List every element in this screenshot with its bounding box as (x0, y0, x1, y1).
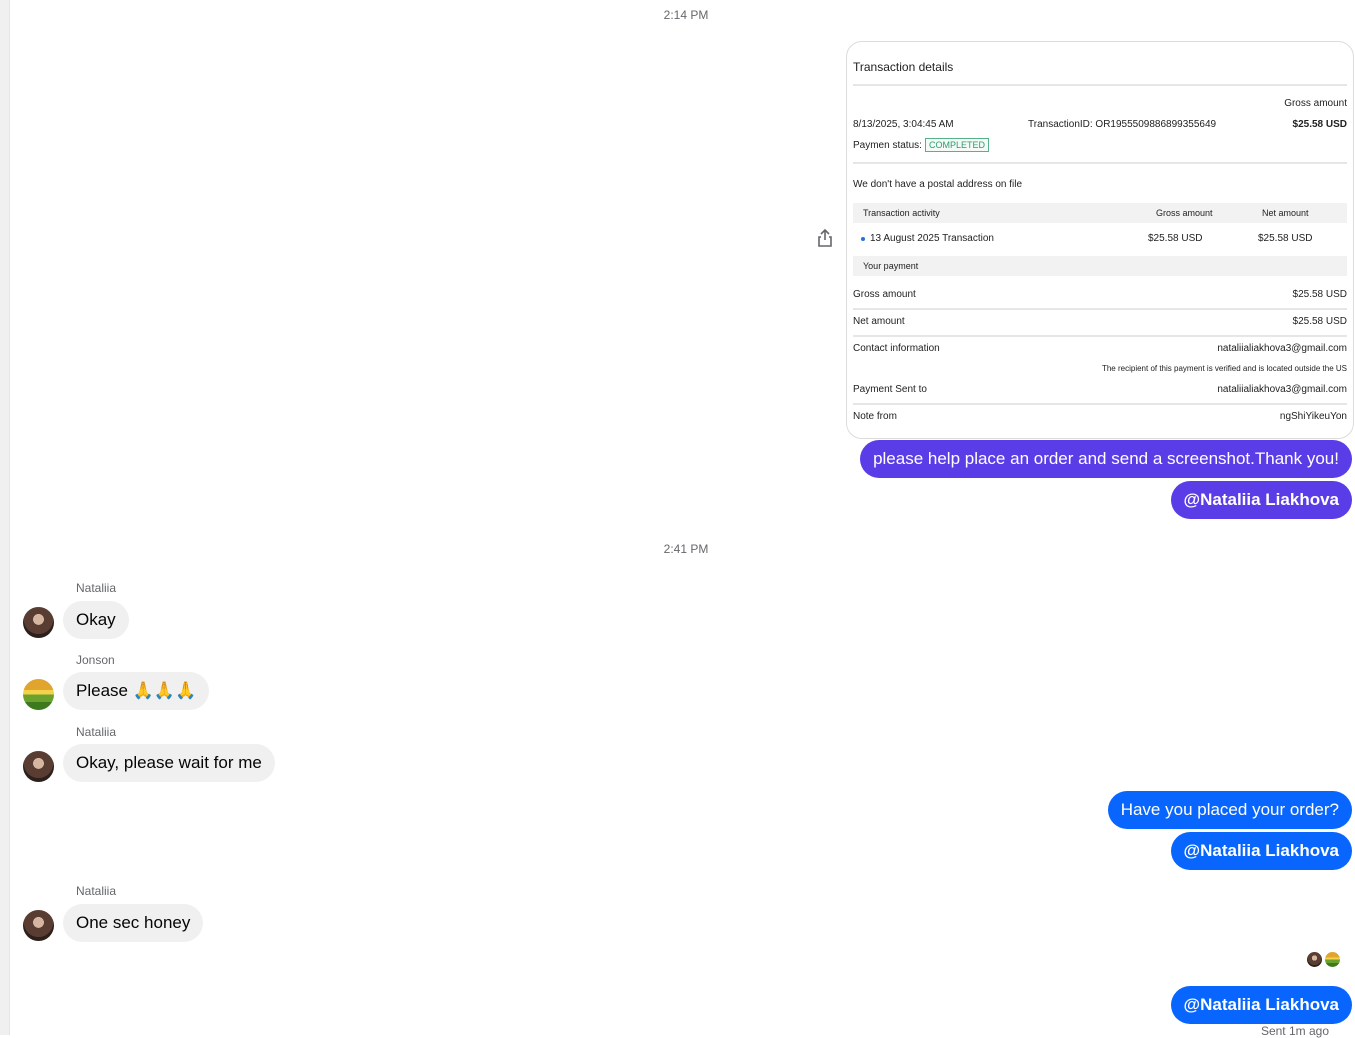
left-panel-edge (0, 0, 10, 1035)
row-label: Note from (853, 411, 897, 422)
row-label: Contact information (853, 343, 940, 354)
activity-header-gross: Gross amount (1156, 208, 1213, 218)
recipient-note: The recipient of this payment is verifie… (1101, 364, 1347, 373)
status-badge: COMPLETED (925, 138, 990, 152)
postal-notice: We don't have a postal address on file (853, 179, 1023, 190)
timestamp: 2:41 PM (663, 542, 709, 556)
attachment-title: Transaction details (853, 60, 954, 74)
outgoing-message[interactable]: please help place an order and send a sc… (860, 440, 1352, 478)
gross-amount-value: $25.58 USD (1292, 119, 1347, 130)
activity-header-net: Net amount (1262, 208, 1309, 218)
mention-message[interactable]: @Nataliia Liakhova (1170, 832, 1352, 870)
divider (853, 162, 1347, 164)
row-label: Gross amount (853, 289, 916, 300)
divider (853, 335, 1347, 337)
divider (853, 84, 1347, 86)
mention-message[interactable]: @Nataliia Liakhova (1170, 986, 1352, 1024)
transaction-screenshot-attachment[interactable]: Transaction details Gross amount 8/13/20… (846, 41, 1354, 439)
row-value: $25.58 USD (1292, 289, 1347, 300)
sender-name: Nataliia (76, 725, 117, 739)
seen-avatar (1307, 952, 1322, 967)
avatar[interactable] (23, 607, 54, 638)
activity-row-gross: $25.58 USD (1148, 233, 1203, 244)
avatar[interactable] (23, 751, 54, 782)
row-value: $25.58 USD (1292, 316, 1347, 327)
row-value: nataliialiakhova3@gmail.com (1217, 384, 1347, 395)
incoming-message[interactable]: Okay, please wait for me (63, 744, 275, 782)
sender-name: Jonson (76, 653, 115, 667)
bullet (861, 237, 865, 241)
avatar[interactable] (23, 679, 54, 710)
sender-name: Nataliia (76, 581, 117, 595)
incoming-message[interactable]: Okay (63, 601, 129, 639)
transaction-id: TransactionID: OR1955509886899355649 (1028, 119, 1217, 130)
timestamp: 2:14 PM (663, 8, 709, 22)
incoming-message[interactable]: One sec honey (63, 904, 204, 942)
your-payment-label: Your payment (863, 261, 919, 271)
outgoing-message[interactable]: Have you placed your order? (1107, 791, 1352, 829)
row-label: Net amount (853, 316, 905, 327)
activity-row-label: 13 August 2025 Transaction (870, 233, 994, 244)
mention-message[interactable]: @Nataliia Liakhova (1170, 481, 1352, 519)
payment-status-label: Paymen status: (853, 140, 922, 151)
share-icon[interactable] (816, 228, 834, 248)
row-value: ngShiYikeuYon (1279, 411, 1347, 422)
activity-header-label: Transaction activity (863, 208, 940, 218)
activity-row-net: $25.58 USD (1258, 233, 1313, 244)
your-payment-band (853, 256, 1347, 276)
avatar[interactable] (23, 910, 54, 941)
incoming-message[interactable]: Please 🙏🙏🙏 (63, 672, 210, 710)
transaction-datetime: 8/13/2025, 3:04:45 AM (853, 119, 954, 130)
divider (853, 308, 1347, 310)
row-value: nataliialiakhova3@gmail.com (1217, 343, 1347, 354)
seen-avatar (1325, 952, 1340, 967)
gross-amount-label: Gross amount (1284, 98, 1347, 109)
row-label: Payment Sent to (853, 384, 927, 395)
sender-name: Nataliia (76, 884, 117, 898)
divider (853, 403, 1347, 405)
sent-status: Sent 1m ago (1260, 1024, 1329, 1038)
